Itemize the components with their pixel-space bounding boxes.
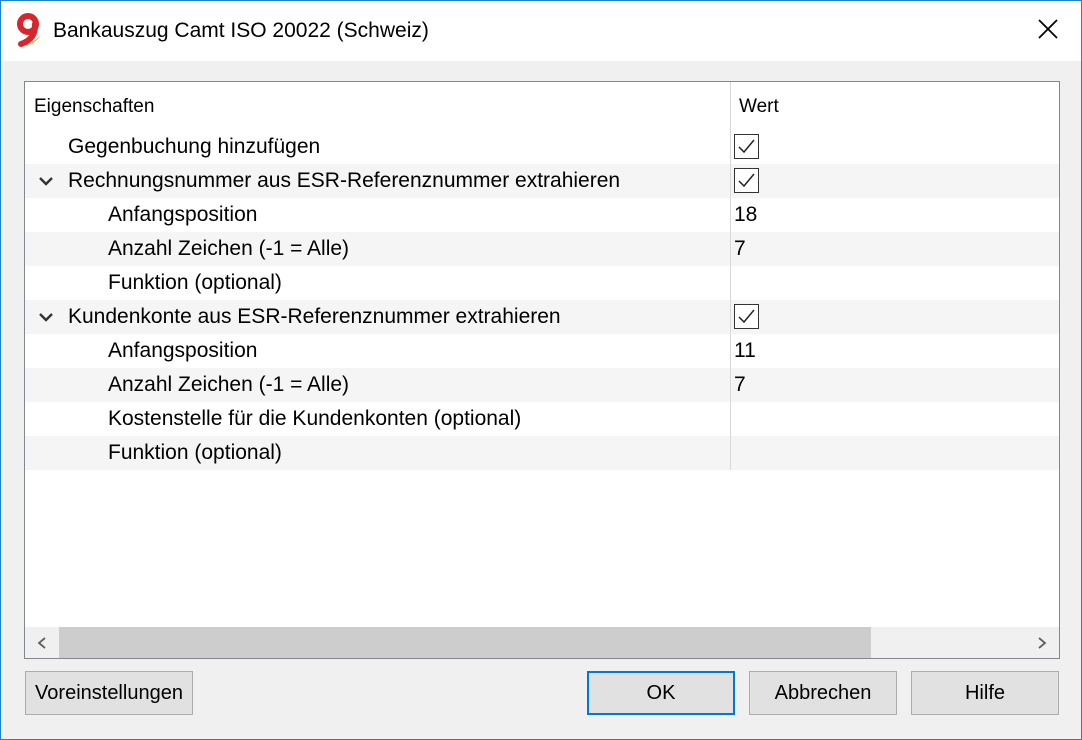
value-anfangsposition-2[interactable]: 11 [734, 339, 756, 363]
defaults-button[interactable]: Voreinstellungen [25, 671, 193, 715]
horizontal-scrollbar[interactable] [25, 627, 1059, 658]
value-anzahl-zeichen-1[interactable]: 7 [734, 237, 746, 261]
property-row-anfangsposition-1[interactable]: Anfangsposition 18 [25, 198, 1059, 232]
close-button[interactable] [1025, 9, 1071, 53]
scroll-left-icon[interactable] [25, 627, 59, 658]
property-row-funktion-2[interactable]: Funktion (optional) [25, 436, 1059, 470]
property-label: Gegenbuchung hinzufügen [68, 135, 321, 158]
banana-9-icon [13, 13, 47, 49]
header-eigenschaften: Eigenschaften [34, 96, 155, 117]
header-wert: Wert [739, 96, 779, 117]
checkbox-kundenkonte[interactable] [734, 304, 759, 329]
dialog-window: Bankauszug Camt ISO 20022 (Schweiz) Eige… [0, 0, 1082, 740]
property-row-anzahl-zeichen-2[interactable]: Anzahl Zeichen (-1 = Alle) 7 [25, 368, 1059, 402]
window-title: Bankauszug Camt ISO 20022 (Schweiz) [53, 19, 429, 42]
property-label: Anzahl Zeichen (-1 = Alle) [108, 373, 350, 396]
grid-header: Eigenschaften Wert [25, 82, 1059, 130]
property-label: Rechnungsnummer aus ESR-Referenznummer e… [68, 169, 621, 192]
property-row-anzahl-zeichen-1[interactable]: Anzahl Zeichen (-1 = Alle) 7 [25, 232, 1059, 266]
property-label: Anfangsposition [108, 339, 258, 362]
property-label: Funktion (optional) [108, 441, 282, 464]
property-row-gegenbuchung[interactable]: Gegenbuchung hinzufügen [25, 130, 1059, 164]
close-icon [1037, 18, 1059, 45]
column-separator[interactable] [730, 82, 731, 470]
checkbox-rechnungsnummer[interactable] [734, 168, 759, 193]
property-row-funktion-1[interactable]: Funktion (optional) [25, 266, 1059, 300]
value-anfangsposition-1[interactable]: 18 [734, 203, 757, 227]
help-button[interactable]: Hilfe [911, 671, 1059, 715]
chevron-down-icon[interactable] [37, 172, 55, 190]
property-row-kostenstelle[interactable]: Kostenstelle für die Kundenkonten (optio… [25, 402, 1059, 436]
property-label: Kundenkonte aus ESR-Referenznummer extra… [68, 305, 561, 328]
title-bar: Bankauszug Camt ISO 20022 (Schweiz) [1, 1, 1081, 61]
property-label: Funktion (optional) [108, 271, 282, 294]
value-anzahl-zeichen-2[interactable]: 7 [734, 373, 746, 397]
property-row-kundenkonte[interactable]: Kundenkonte aus ESR-Referenznummer extra… [25, 300, 1059, 334]
scrollbar-thumb[interactable] [59, 627, 871, 658]
scroll-right-icon[interactable] [1025, 627, 1059, 658]
property-label: Kostenstelle für die Kundenkonten (optio… [108, 407, 522, 430]
property-label: Anzahl Zeichen (-1 = Alle) [108, 237, 350, 260]
properties-grid[interactable]: Eigenschaften Wert Gegenbuchung hinzufüg… [24, 81, 1060, 659]
property-label: Anfangsposition [108, 203, 258, 226]
property-row-rechnungsnummer[interactable]: Rechnungsnummer aus ESR-Referenznummer e… [25, 164, 1059, 198]
chevron-down-icon[interactable] [37, 308, 55, 326]
ok-button[interactable]: OK [587, 671, 735, 715]
cancel-button[interactable]: Abbrechen [749, 671, 897, 715]
checkbox-gegenbuchung[interactable] [734, 134, 759, 159]
property-row-anfangsposition-2[interactable]: Anfangsposition 11 [25, 334, 1059, 368]
